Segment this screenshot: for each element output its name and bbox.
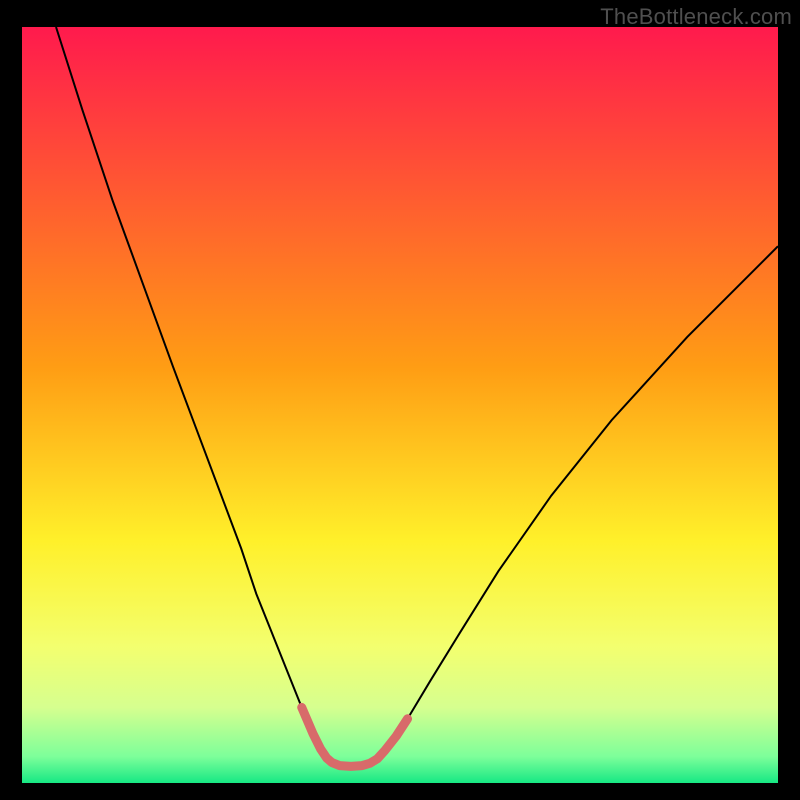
chart-root: TheBottleneck.com bbox=[0, 0, 800, 800]
plot-svg bbox=[22, 27, 778, 783]
plot-frame bbox=[22, 27, 778, 783]
plot-background bbox=[22, 27, 778, 783]
